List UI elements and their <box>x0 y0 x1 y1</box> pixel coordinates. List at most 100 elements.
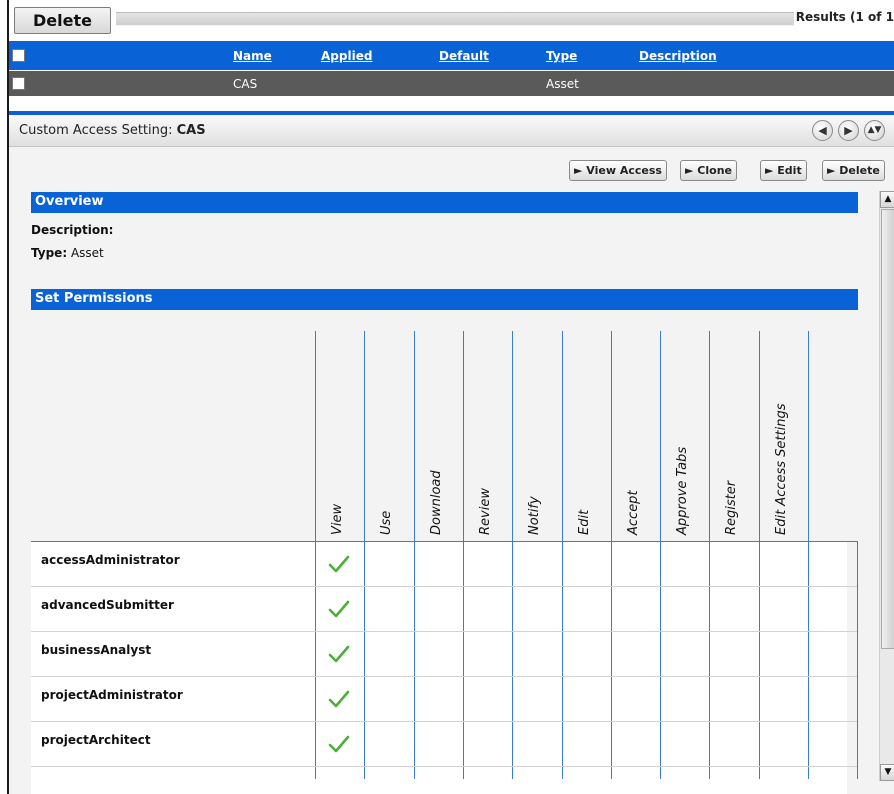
permission-cell[interactable] <box>760 632 808 676</box>
grid-column-line <box>857 541 858 779</box>
type-field: Type: Asset <box>31 246 104 260</box>
prev-icon[interactable]: ◀ <box>812 120 833 141</box>
column-header-type[interactable]: Type <box>546 49 577 63</box>
permission-column-header: Approve Tabs <box>660 331 709 541</box>
permission-column-header: Register <box>709 331 758 541</box>
permission-cell[interactable] <box>612 677 660 721</box>
vertical-scrollbar[interactable]: ▲ ▼ <box>879 191 894 781</box>
permission-cell[interactable] <box>415 722 463 766</box>
permission-cell[interactable] <box>365 542 413 586</box>
permission-cell[interactable] <box>612 587 660 631</box>
permission-cell[interactable] <box>365 722 413 766</box>
select-all-checkbox[interactable] <box>12 49 25 62</box>
permission-cell[interactable] <box>415 542 463 586</box>
permission-column-label: Approve Tabs <box>675 446 691 535</box>
permission-cell[interactable] <box>760 722 808 766</box>
permission-cell[interactable] <box>464 722 512 766</box>
permission-cell[interactable] <box>513 587 561 631</box>
column-header-name[interactable]: Name <box>233 49 272 63</box>
permission-column-header: Use <box>364 331 413 541</box>
permission-cell[interactable] <box>365 632 413 676</box>
permission-column-header: View <box>315 331 364 541</box>
type-label: Type: <box>31 246 68 260</box>
delete-button[interactable]: Delete <box>14 7 111 34</box>
permission-cell[interactable] <box>464 587 512 631</box>
permission-cell[interactable] <box>612 542 660 586</box>
row-checkbox[interactable] <box>12 77 25 90</box>
next-icon[interactable]: ▶ <box>838 120 859 141</box>
permission-column-header: Download <box>414 331 463 541</box>
column-header-applied[interactable]: Applied <box>321 49 372 63</box>
permission-column-header: Edit Access Settings <box>759 331 808 541</box>
clone-button[interactable]: ► Clone <box>680 160 737 181</box>
checkmark-icon <box>328 599 350 619</box>
permission-cell[interactable] <box>563 632 611 676</box>
scroll-thumb[interactable] <box>881 209 894 649</box>
permission-column-label: View <box>330 503 345 535</box>
permission-cell[interactable] <box>661 542 709 586</box>
grid-column-line <box>808 331 809 779</box>
role-name: projectAdministrator <box>41 688 183 702</box>
permission-cell[interactable] <box>513 542 561 586</box>
permission-cell[interactable] <box>464 677 512 721</box>
permission-cell[interactable] <box>513 722 561 766</box>
permission-cell[interactable] <box>365 677 413 721</box>
permission-cell[interactable] <box>710 632 758 676</box>
permission-cell[interactable] <box>316 677 364 721</box>
role-name: businessAnalyst <box>41 643 152 657</box>
table-row[interactable]: CAS Asset <box>9 71 894 96</box>
permission-column-header: Notify <box>512 331 561 541</box>
view-access-button[interactable]: ► View Access <box>569 160 667 181</box>
scroll-down-icon[interactable]: ▼ <box>880 764 894 781</box>
permission-cell[interactable] <box>464 632 512 676</box>
permissions-heading: Set Permissions <box>35 291 153 306</box>
permission-cell[interactable] <box>316 587 364 631</box>
column-header-description[interactable]: Description <box>639 49 717 63</box>
permission-cell[interactable] <box>415 632 463 676</box>
permission-cell[interactable] <box>710 587 758 631</box>
description-label: Description: <box>31 223 114 237</box>
permission-column-label: Review <box>477 488 493 535</box>
edit-button[interactable]: ► Edit <box>760 160 807 181</box>
permission-cell[interactable] <box>513 677 561 721</box>
permission-cell[interactable] <box>316 722 364 766</box>
column-header-default[interactable]: Default <box>439 49 489 63</box>
results-toolbar: Delete Results (1 of 1 <box>9 0 894 39</box>
description-field: Description: <box>31 223 113 237</box>
row-type-cell: Asset <box>546 77 579 91</box>
permission-cell[interactable] <box>661 677 709 721</box>
permission-cell[interactable] <box>316 632 364 676</box>
permission-cell[interactable] <box>563 587 611 631</box>
role-name: advancedSubmitter <box>41 598 174 612</box>
permission-cell[interactable] <box>760 587 808 631</box>
panel-title: Custom Access Setting: CAS <box>19 123 206 138</box>
permission-cell[interactable] <box>661 632 709 676</box>
permission-cell[interactable] <box>710 542 758 586</box>
permission-cell[interactable] <box>612 722 660 766</box>
permission-cell[interactable] <box>415 587 463 631</box>
permission-cell[interactable] <box>710 722 758 766</box>
permission-cell[interactable] <box>415 677 463 721</box>
permission-cell[interactable] <box>563 542 611 586</box>
permission-cell[interactable] <box>563 677 611 721</box>
delete-action-button[interactable]: ► Delete <box>822 160 885 181</box>
permission-cell[interactable] <box>661 587 709 631</box>
scroll-up-icon[interactable]: ▲ <box>880 191 894 208</box>
permission-cell[interactable] <box>316 542 364 586</box>
grid-row-line <box>31 766 857 767</box>
collapse-icon[interactable]: ▲▼ <box>864 120 885 141</box>
permission-cell[interactable] <box>661 722 709 766</box>
results-header-row: Name Applied Default Type Description <box>9 41 894 70</box>
permission-column-label: Register <box>724 480 740 535</box>
permission-column-header: Review <box>463 331 512 541</box>
permission-cell[interactable] <box>760 542 808 586</box>
permission-cell[interactable] <box>464 542 512 586</box>
permission-cell[interactable] <box>513 632 561 676</box>
permission-cell[interactable] <box>365 587 413 631</box>
permission-cell[interactable] <box>563 722 611 766</box>
permission-cell[interactable] <box>760 677 808 721</box>
permission-cell[interactable] <box>710 677 758 721</box>
permission-cell[interactable] <box>612 632 660 676</box>
permission-column-header: Edit <box>562 331 611 541</box>
toolbar-groove <box>116 12 794 26</box>
